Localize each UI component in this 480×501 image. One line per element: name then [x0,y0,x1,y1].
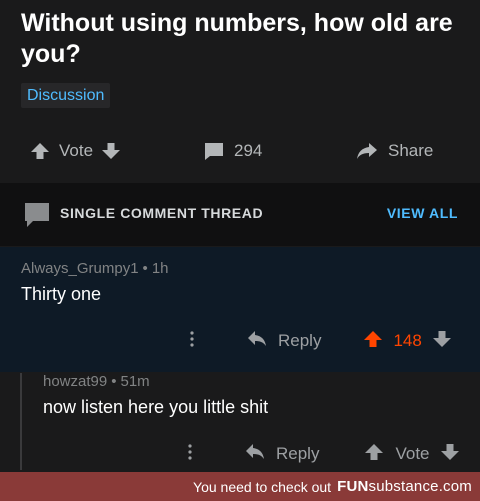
comments-button[interactable]: 294 [204,130,262,172]
meta-separator: • [142,260,148,277]
upvote-icon[interactable] [363,329,383,354]
downvote-icon[interactable] [432,329,452,354]
post-vote-group: Vote [30,130,121,172]
reply-icon[interactable] [245,443,265,466]
reply-icon[interactable] [247,330,267,353]
comment-actions: Reply 148 [188,326,452,356]
upvote-icon[interactable] [30,141,50,161]
logo-bold: FUN [337,478,369,495]
post-title: Without using numbers, how old are you? [21,9,453,68]
comment-vote-label: Vote [395,444,430,463]
comment-body: now listen here you little shit [43,397,269,417]
share-label: Share [388,141,434,160]
view-all-link[interactable]: VIEW ALL [387,205,458,221]
post-vote-label: Vote [59,141,94,160]
highlighted-comment: Always_Grumpy1 • 1h Thirty one Reply 148 [0,247,480,372]
reply-comment: howzat99 • 51m now listen here you little … [0,373,480,470]
comment-icon [204,141,224,161]
reply-label[interactable]: Reply [278,331,321,351]
comment-score: 148 [393,331,422,350]
funsubstance-logo: FUNsubstance.com [337,478,472,495]
post-flair[interactable]: Discussion [21,83,111,108]
footer-message: You need to check out [193,478,332,495]
downvote-icon[interactable] [101,141,121,161]
comment-actions: Reply Vote [186,439,460,469]
funsubstance-footer-banner[interactable]: You need to check out FUNsubstance.com [0,472,480,501]
upvote-icon[interactable] [364,442,384,467]
share-icon [356,141,378,161]
comment-age: 51m [120,373,150,390]
meta-separator: • [111,373,117,390]
comment-age: 1h [151,260,169,277]
single-comment-thread-bar: SINGLE COMMENT THREAD VIEW ALL [0,183,480,246]
thread-label: SINGLE COMMENT THREAD [60,205,264,221]
reply-label[interactable]: Reply [276,444,319,464]
post-action-bar: Vote 294 Share [0,130,480,172]
comment-author[interactable]: howzat99 [43,373,107,390]
comment-body: Thirty one [21,284,102,304]
comment-meta: howzat99 • 51m [43,373,150,390]
share-button[interactable]: Share [356,130,433,172]
comment-meta: Always_Grumpy1 • 1h [21,260,169,277]
logo-rest: substance.com [368,478,472,495]
downvote-icon[interactable] [440,442,460,467]
thread-indent-line[interactable] [20,373,22,470]
comment-thread-icon [24,202,50,233]
more-options-icon[interactable] [186,442,194,467]
comment-author[interactable]: Always_Grumpy1 [21,260,139,277]
more-options-icon[interactable] [188,329,196,354]
comment-count: 294 [234,141,263,160]
